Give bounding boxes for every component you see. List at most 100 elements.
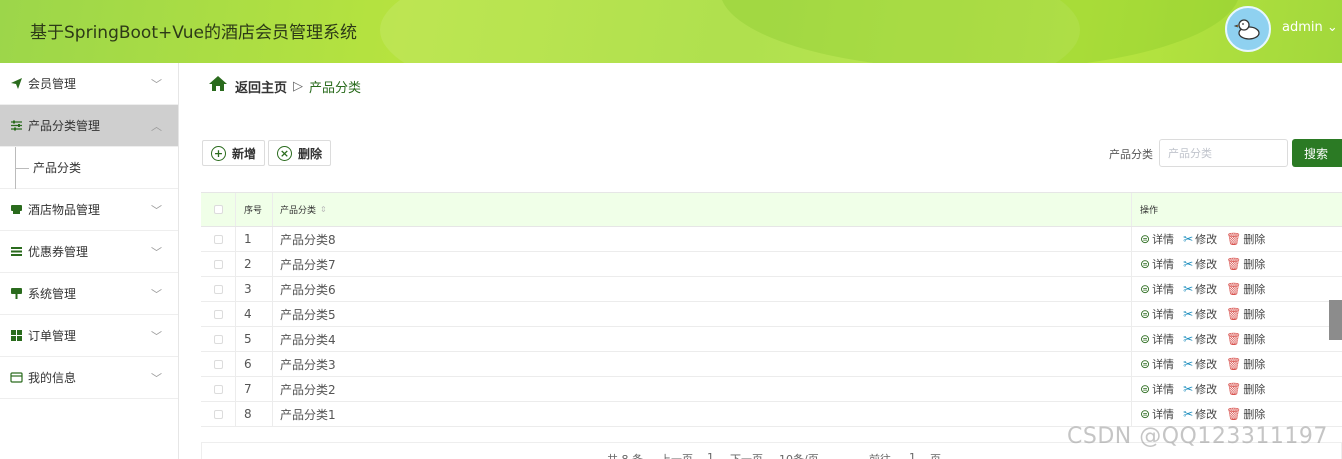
scissors-icon: ✂ [1183,282,1194,296]
user-menu[interactable]: admin ⌄ [1282,20,1338,35]
pager-next[interactable]: 下一页 [730,451,763,459]
row-check-cell [201,377,236,401]
edit-button[interactable]: ✂ 修改 [1183,306,1217,322]
delete-row-button[interactable]: 🗑 删除 [1226,331,1265,347]
row-check-cell [201,227,236,251]
chevron-down-icon: ﹀ [151,372,162,385]
row-actions: ⊜ 详情 ✂ 修改 🗑 删除 [1132,277,1342,301]
detail-button[interactable]: ⊜ 详情 [1140,331,1174,347]
sidebar-subitem-category[interactable]: 产品分类 [0,147,178,189]
delete-row-button[interactable]: 🗑 删除 [1226,306,1265,322]
row-checkbox[interactable] [213,259,223,269]
delete-row-button[interactable]: 🗑 删除 [1226,281,1265,297]
header-name[interactable]: 产品分类 ⇕ [273,193,1132,226]
trash-icon: 🗑 [1226,282,1242,296]
detail-button[interactable]: ⊜ 详情 [1140,406,1174,422]
row-actions: ⊜ 详情 ✂ 修改 🗑 删除 [1132,252,1342,276]
edit-button[interactable]: ✂ 修改 [1183,381,1217,397]
trash-icon: 🗑 [1226,332,1242,346]
sidebar-item-label: 我的信息 [28,371,77,385]
row-index: 3 [236,277,273,301]
delete-row-button[interactable]: 🗑 删除 [1226,356,1265,372]
pager-size[interactable]: 10条/页 [779,451,819,459]
edit-label: 修改 [1195,283,1218,296]
row-checkbox[interactable] [213,359,223,369]
edit-button[interactable]: ✂ 修改 [1183,281,1217,297]
pager-goto-input[interactable]: 1 [909,451,916,459]
card-icon [9,371,23,385]
sidebar-item-category[interactable]: 产品分类管理 ︿ [0,105,178,147]
category-table: 序号 产品分类 ⇕ 操作 1 产品分类8 ⊜ 详情 ✂ 修改 🗑 删除 2 产品分类7 ⊜ 详情 ✂ 修改… [201,192,1342,427]
row-check-cell [201,302,236,326]
signpost-icon [9,287,23,301]
detail-button[interactable]: ⊜ 详情 [1140,231,1174,247]
tree-branch [15,168,29,169]
delete-label: 删除 [1243,333,1266,346]
delete-row-button[interactable]: 🗑 删除 [1226,231,1265,247]
delete-row-button[interactable]: 🗑 删除 [1226,381,1265,397]
add-button[interactable]: + 新增 [202,140,266,166]
row-checkbox[interactable] [213,234,223,244]
edit-button[interactable]: ✂ 修改 [1183,331,1217,347]
table-header: 序号 产品分类 ⇕ 操作 [201,193,1342,227]
detail-button[interactable]: ⊜ 详情 [1140,381,1174,397]
home-icon[interactable] [208,75,228,97]
detail-button[interactable]: ⊜ 详情 [1140,356,1174,372]
row-name: 产品分类1 [273,402,1132,426]
row-checkbox[interactable] [213,409,223,419]
row-checkbox[interactable] [213,309,223,319]
table-row: 1 产品分类8 ⊜ 详情 ✂ 修改 🗑 删除 [201,227,1342,252]
app-title: 基于SpringBoot+Vue的酒店会员管理系统 [30,23,357,43]
detail-button[interactable]: ⊜ 详情 [1140,256,1174,272]
pager-page[interactable]: 1 [707,451,714,459]
row-index: 4 [236,302,273,326]
table-row: 4 产品分类5 ⊜ 详情 ✂ 修改 🗑 删除 [201,302,1342,327]
detail-button[interactable]: ⊜ 详情 [1140,306,1174,322]
edit-button[interactable]: ✂ 修改 [1183,256,1217,272]
scrollbar-thumb[interactable] [1329,300,1342,340]
edit-button[interactable]: ✂ 修改 [1183,356,1217,372]
row-checkbox[interactable] [213,334,223,344]
row-checkbox[interactable] [213,384,223,394]
search-input[interactable] [1159,139,1288,167]
sidebar-item-my-info[interactable]: 我的信息 ﹀ [0,357,178,399]
sidebar-item-system[interactable]: 系统管理 ﹀ [0,273,178,315]
delete-label: 删除 [1243,408,1266,421]
chevron-down-icon: ﹀ [151,78,162,91]
detail-label: 详情 [1152,408,1175,421]
delete-label: 删除 [1243,383,1266,396]
sidebar-item-coupon[interactable]: 优惠券管理 ﹀ [0,231,178,273]
row-checkbox[interactable] [213,284,223,294]
row-actions: ⊜ 详情 ✂ 修改 🗑 删除 [1132,402,1342,426]
breadcrumb: 返回主页 ▷ 产品分类 [208,75,361,97]
row-name: 产品分类6 [273,277,1132,301]
delete-row-button[interactable]: 🗑 删除 [1226,256,1265,272]
duck-avatar-icon[interactable] [1225,6,1271,52]
chevron-down-icon: ﹀ [151,246,162,259]
edit-button[interactable]: ✂ 修改 [1183,406,1217,422]
breadcrumb-home-link[interactable]: 返回主页 [235,77,287,96]
detail-icon: ⊜ [1140,257,1151,271]
select-all-checkbox[interactable] [213,205,223,214]
table-row: 7 产品分类2 ⊜ 详情 ✂ 修改 🗑 删除 [201,377,1342,402]
row-index: 1 [236,227,273,251]
scissors-icon: ✂ [1183,232,1194,246]
sidebar-item-orders[interactable]: 订单管理 ﹀ [0,315,178,357]
edit-button[interactable]: ✂ 修改 [1183,231,1217,247]
delete-row-button[interactable]: 🗑 删除 [1226,406,1265,422]
detail-label: 详情 [1152,333,1175,346]
pager-prev[interactable]: 上一页 [660,451,693,459]
edit-label: 修改 [1195,258,1218,271]
sidebar-item-member[interactable]: 会员管理 ﹀ [0,63,178,105]
search-button[interactable]: 搜索 [1292,139,1342,167]
trash-icon: 🗑 [1226,382,1242,396]
header-index: 序号 [236,193,273,226]
detail-label: 详情 [1152,258,1175,271]
sort-icon[interactable]: ⇕ [320,205,327,214]
grid-icon [9,329,23,343]
row-name: 产品分类3 [273,352,1132,376]
sidebar-item-hotel-goods[interactable]: 酒店物品管理 ﹀ [0,189,178,231]
detail-button[interactable]: ⊜ 详情 [1140,281,1174,297]
row-name: 产品分类5 [273,302,1132,326]
delete-button[interactable]: × 删除 [268,140,332,166]
